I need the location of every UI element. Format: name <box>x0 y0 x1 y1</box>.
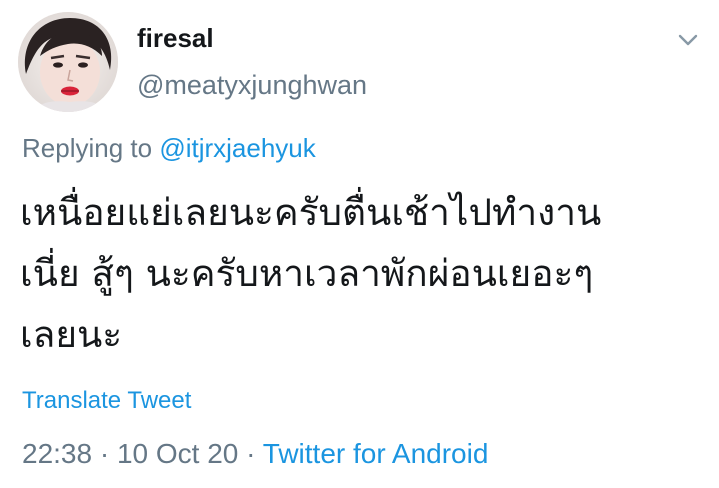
tweet-text: เหนื่อยแย่เลยนะครับตื่นเช้าไปทำงาน เนี่ย… <box>20 182 700 365</box>
tweet-menu-chevron <box>678 34 698 46</box>
tweet-meta: 22:38 · 10 Oct 20 · Twitter for Android <box>22 436 488 472</box>
user-display-name[interactable]: firesal <box>137 22 214 54</box>
user-handle[interactable]: @meatyxjunghwan <box>137 68 367 102</box>
replying-to-prefix: Replying to <box>22 133 153 163</box>
tweet-text-line-3: เลยนะ <box>20 313 123 356</box>
tweet-text-line-1: เหนื่อยแย่เลยนะครับตื่นเช้าไปทำงาน <box>20 191 602 234</box>
tweet-date[interactable]: 10 Oct 20 <box>117 438 238 469</box>
avatar[interactable] <box>18 12 118 112</box>
tweet-time[interactable]: 22:38 <box>22 438 92 469</box>
tweet-source-link[interactable]: Twitter for Android <box>263 438 489 469</box>
replying-to: Replying to @itjrxjaehyuk <box>22 132 316 164</box>
profile-photo-icon <box>18 12 118 112</box>
meta-separator: · <box>246 438 256 469</box>
translate-tweet-link[interactable]: Translate Tweet <box>22 386 191 416</box>
meta-separator: · <box>99 438 110 469</box>
reply-target-link[interactable]: @itjrxjaehyuk <box>159 133 315 163</box>
tweet-text-line-2: เนี่ย สู้ๆ นะครับหาเวลาพักผ่อนเยอะๆ <box>20 252 594 295</box>
chevron-down-icon[interactable] <box>676 28 700 52</box>
